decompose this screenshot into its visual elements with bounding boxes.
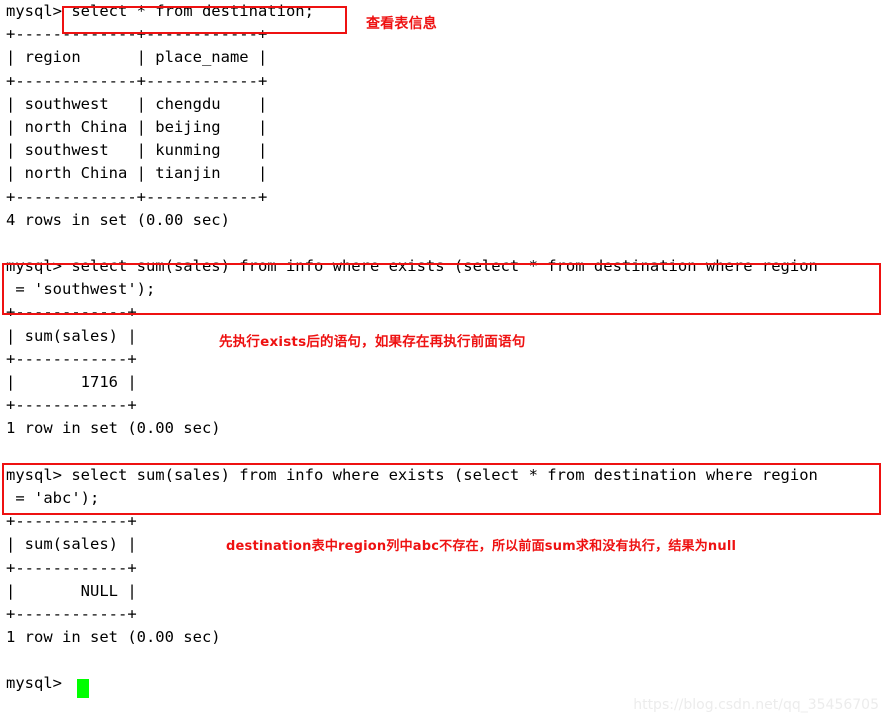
table-row: | southwest | chengdu | (6, 94, 268, 113)
terminal-line: +-------------+------------+ (6, 71, 268, 90)
annotation-exists-order: 先执行exists后的语句，如果存在再执行前面语句 (219, 334, 526, 350)
terminal-cursor (77, 679, 89, 698)
annotation-null-result: destination表中region列中abc不存在，所以前面sum求和没有执… (226, 539, 737, 554)
terminal-prompt[interactable]: mysql> (0, 672, 887, 695)
table-row: | NULL | (6, 581, 137, 600)
table-row: | southwest | kunming | (6, 141, 268, 160)
terminal-line: +------------+ (6, 604, 137, 623)
terminal-line: | region | place_name | (6, 48, 268, 67)
terminal-line: +-------------+------------+ (6, 187, 268, 206)
watermark-url: https://blog.csdn.net/qq_35456705 (633, 697, 879, 713)
terminal-line: = 'abc'); (6, 488, 100, 507)
terminal-line: +-------------+------------+ (6, 25, 268, 44)
terminal-line: mysql> select sum(sales) from info where… (6, 465, 818, 484)
terminal-line: = 'southwest'); (6, 280, 156, 299)
result-status: 1 row in set (0.00 sec) (6, 419, 221, 438)
terminal-line: +------------+ (6, 349, 137, 368)
terminal-line: +------------+ (6, 512, 137, 531)
terminal-line: +------------+ (6, 303, 137, 322)
mysql-terminal[interactable]: mysql> select * from destination; +-----… (0, 0, 887, 724)
table-row: | 1716 | (6, 373, 137, 391)
terminal-line: +------------+ (6, 396, 137, 415)
annotation-view-table-info: 查看表信息 (366, 16, 437, 32)
terminal-line: mysql> select * from destination; (6, 2, 314, 20)
table-row: | north China | beijing | (6, 117, 268, 136)
terminal-line: mysql> select sum(sales) from info where… (6, 257, 818, 276)
terminal-line: +------------+ (6, 558, 137, 577)
table-row: | north China | tianjin | (6, 164, 268, 183)
result-status: 1 row in set (0.00 sec) (6, 628, 221, 647)
result-status: 4 rows in set (0.00 sec) (6, 210, 230, 229)
